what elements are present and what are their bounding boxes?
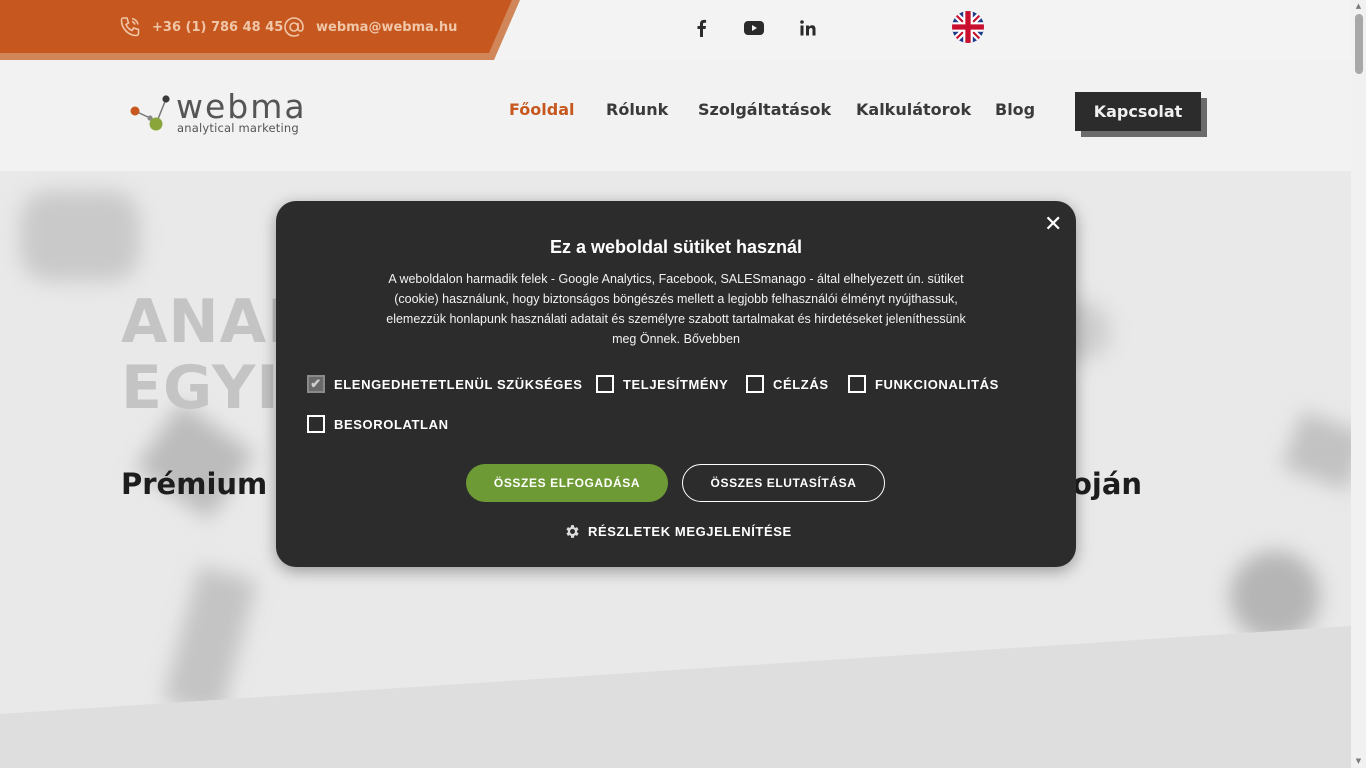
phone-link[interactable]: +36 (1) 786 48 45 [118, 12, 283, 42]
show-details-link[interactable]: RÉSZLETEK MEGJELENÍTÉSE [564, 523, 792, 540]
checkbox-unclassified-label: BESOROLATLAN [334, 416, 449, 432]
hero-shape [1230, 551, 1320, 641]
checkbox-targeting-box[interactable] [746, 375, 764, 393]
hero-shape [20, 191, 140, 281]
gear-icon [566, 525, 579, 538]
at-icon [282, 15, 306, 39]
scroll-thumb[interactable] [1355, 14, 1363, 74]
phone-icon [118, 15, 142, 39]
hero-shape [1281, 410, 1351, 492]
linkedin-icon[interactable] [794, 14, 822, 42]
close-icon[interactable]: ✕ [1044, 213, 1062, 235]
logo-mark-icon [130, 95, 170, 131]
facebook-icon[interactable] [687, 14, 715, 42]
checkbox-performance-label: TELJESÍTMÉNY [623, 376, 729, 392]
phone-number: +36 (1) 786 48 45 [152, 19, 284, 35]
checkbox-functionality-label: FUNKCIONALITÁS [875, 376, 999, 392]
checkbox-strictly-necessary-label: ELENGEDHETETLENÜL SZÜKSÉGES [334, 376, 583, 392]
nav-blog[interactable]: Blog [995, 100, 1035, 124]
cookie-consent-dialog: ✕ Ez a weboldal sütiket használ A webold… [276, 201, 1076, 567]
logo-tagline: analytical marketing [177, 121, 299, 135]
email-link[interactable]: webma@webma.hu [282, 12, 457, 42]
cookie-dialog-title: Ez a weboldal sütiket használ [549, 237, 803, 257]
webma-logo[interactable]: webma analytical marketing [128, 87, 318, 135]
nav-kalkulatorok[interactable]: Kalkulátorok [856, 100, 971, 124]
page-scrollbar[interactable]: ▲ ▼ [1351, 0, 1366, 768]
cookie-dialog-text: A weboldalon harmadik felek - Google Ana… [386, 272, 966, 346]
top-bar: +36 (1) 786 48 45 webma@webma.hu [0, 0, 1351, 60]
checkbox-performance[interactable]: TELJESÍTMÉNY [596, 375, 728, 393]
hero-subtitle-left: Prémium d [121, 467, 299, 501]
nav-szolgaltatasok[interactable]: Szolgáltatások [698, 100, 831, 124]
checkbox-functionality-box[interactable] [848, 375, 866, 393]
site-header: webma analytical marketing Főoldal Rólun… [0, 60, 1351, 171]
checkbox-functionality[interactable]: FUNKCIONALITÁS [848, 375, 999, 393]
nav-fooldal[interactable]: Főoldal [509, 100, 574, 124]
checkbox-unclassified-box[interactable] [307, 415, 325, 433]
accept-all-button[interactable]: ÖSSZES ELFOGADÁSA [466, 464, 668, 502]
scroll-down-icon[interactable]: ▼ [1354, 757, 1363, 765]
show-details-label: RÉSZLETEK MEGJELENÍTÉSE [588, 524, 792, 539]
uk-flag-icon[interactable] [952, 11, 984, 43]
checkbox-targeting-label: CÉLZÁS [773, 376, 829, 392]
checkbox-strictly-necessary[interactable]: ✔ ELENGEDHETETLENÜL SZÜKSÉGES [307, 375, 583, 393]
scroll-up-icon[interactable]: ▲ [1354, 2, 1363, 10]
hero-subtitle-right: oján [1072, 467, 1143, 501]
checkbox-performance-box[interactable] [596, 375, 614, 393]
contact-button[interactable]: Kapcsolat [1075, 92, 1201, 131]
youtube-icon[interactable] [740, 14, 768, 42]
contact-strip: +36 (1) 786 48 45 webma@webma.hu [0, 0, 520, 60]
checkbox-targeting[interactable]: CÉLZÁS [746, 375, 829, 393]
hero-shape [162, 565, 258, 717]
reject-all-button[interactable]: ÖSSZES ELUTASÍTÁSA [682, 464, 885, 502]
email-address: webma@webma.hu [316, 19, 458, 35]
checkbox-strictly-necessary-box[interactable]: ✔ [307, 375, 325, 393]
checkbox-unclassified[interactable]: BESOROLATLAN [307, 415, 449, 433]
nav-rolunk[interactable]: Rólunk [606, 100, 668, 124]
